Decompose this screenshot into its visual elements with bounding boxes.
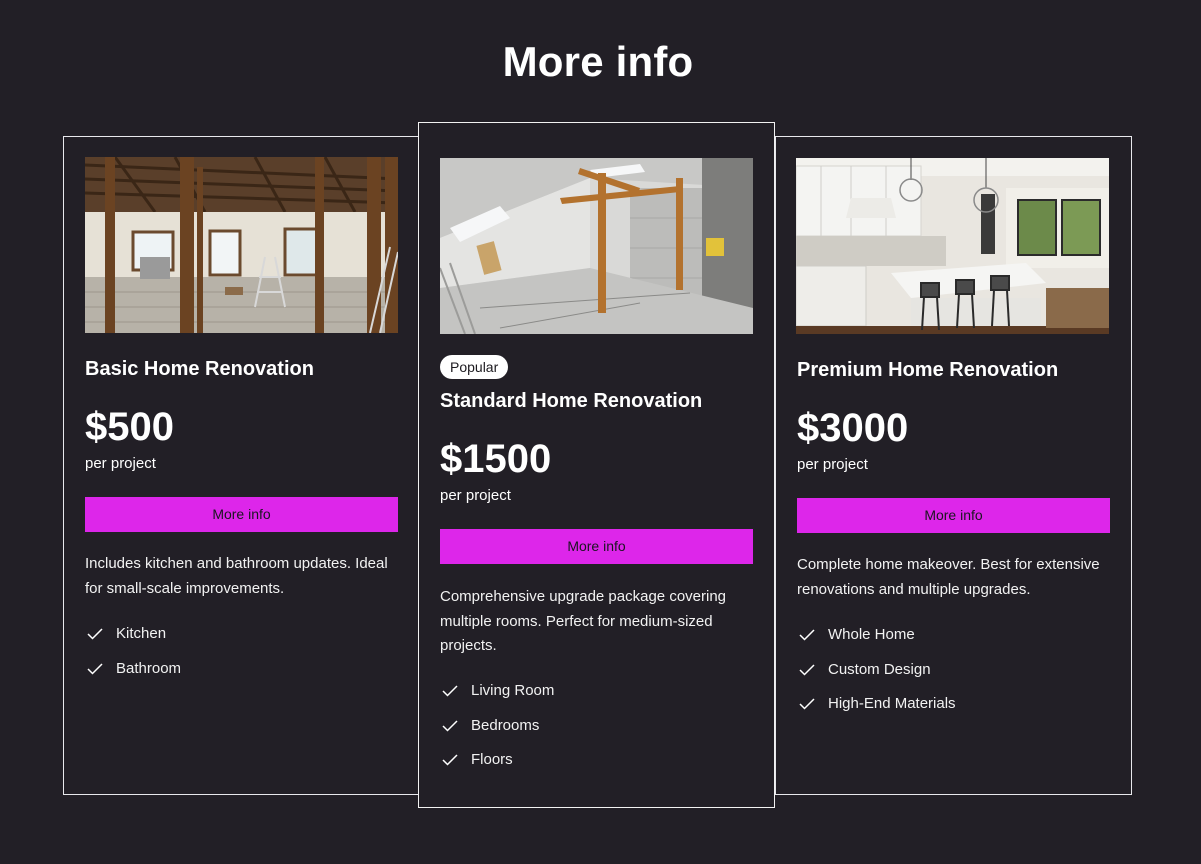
- feature-item: Whole Home: [797, 625, 956, 660]
- plan-name: Standard Home Renovation: [440, 390, 703, 412]
- plan-description: Comprehensive upgrade package covering m…: [440, 588, 727, 654]
- check-icon: [799, 629, 815, 641]
- check-icon: [87, 662, 103, 675]
- pricing-page: More info Basic Home Renovation $500 per…: [0, 0, 1201, 864]
- plan-card-basic: Basic Home Renovation $500 per project M…: [63, 136, 420, 795]
- feature-label: Whole Home: [828, 626, 915, 643]
- plan-price: $500: [85, 405, 174, 449]
- attic-construction-photo: [440, 158, 753, 334]
- page-title: More info: [502, 38, 694, 85]
- feature-label: High-End Materials: [828, 695, 956, 712]
- more-info-button-basic[interactable]: More info: [85, 497, 398, 532]
- check-icon: [442, 719, 458, 732]
- feature-item: Bathroom: [85, 659, 181, 694]
- plan-name: Premium Home Renovation: [797, 359, 1059, 381]
- feature-label: Kitchen: [116, 625, 167, 642]
- plan-card-standard: Popular Standard Home Renovation $1500 p…: [418, 122, 775, 808]
- check-icon: [799, 663, 815, 676]
- plan-name: Basic Home Renovation: [85, 358, 314, 380]
- feature-label: Bedrooms: [471, 716, 540, 734]
- plan-price: $1500: [440, 437, 552, 481]
- feature-label: Bathroom: [116, 659, 182, 677]
- plan-description: Includes kitchen and bathroom updates. I…: [85, 555, 388, 597]
- feature-item: High-End Materials: [797, 694, 956, 729]
- feature-item: Custom Design: [797, 660, 956, 695]
- popular-badge: Popular: [440, 355, 509, 379]
- feature-label: Floors: [471, 751, 513, 768]
- feature-label: Custom Design: [828, 660, 931, 678]
- check-icon: [442, 685, 458, 697]
- plan-card-premium: Premium Home Renovation $3000 per projec…: [775, 136, 1132, 795]
- more-info-button-premium[interactable]: More info: [797, 498, 1110, 533]
- more-info-button-standard[interactable]: More info: [440, 529, 753, 564]
- price-unit: per project: [797, 456, 868, 473]
- plan-price: $3000: [797, 406, 909, 450]
- check-icon: [87, 628, 103, 640]
- gutted-house-interior-photo: [85, 157, 398, 333]
- feature-list: Whole Home Custom Design High-End Materi…: [797, 625, 956, 729]
- feature-list: Kitchen Bathroom: [85, 624, 181, 693]
- price-unit: per project: [440, 487, 511, 504]
- luxury-kitchen-photo: [796, 158, 1109, 334]
- feature-item: Bedrooms: [440, 716, 554, 751]
- check-icon: [799, 698, 815, 710]
- feature-item: Floors: [440, 750, 554, 785]
- feature-label: Living Room: [471, 682, 555, 699]
- feature-list: Living Room Bedrooms Floors: [440, 681, 554, 785]
- feature-item: Kitchen: [85, 624, 181, 659]
- check-icon: [442, 754, 458, 766]
- feature-item: Living Room: [440, 681, 554, 716]
- price-unit: per project: [85, 455, 156, 472]
- plan-description: Complete home makeover. Best for extensi…: [797, 556, 1100, 598]
